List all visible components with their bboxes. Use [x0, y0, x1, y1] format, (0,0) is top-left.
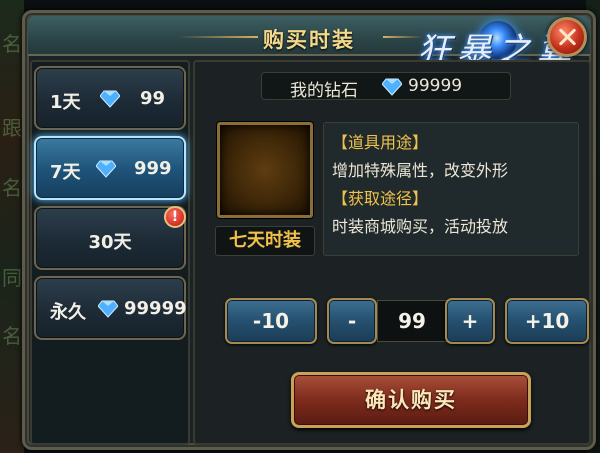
- usage-text: 增加特殊属性，改变外形: [332, 161, 509, 180]
- wallet-label: 我的钻石: [290, 81, 358, 101]
- option-7-days[interactable]: 7天 999: [34, 136, 186, 200]
- plus-button[interactable]: +: [445, 298, 495, 344]
- purchase-fashion-dialog: 购买时装 狂暴之翼 1天 99 7天 999 30天 ! 永久 99999 我的…: [22, 10, 596, 450]
- diamond-icon: [382, 78, 402, 96]
- item-detail-panel: 我的钻石 99999 七天时装 【道具用途】 增加特殊属性，改变外形 【获取途径…: [193, 60, 591, 445]
- option-price: 99999: [124, 298, 187, 319]
- usage-heading: 【道具用途】: [332, 133, 429, 152]
- option-label: 30天: [88, 232, 132, 253]
- background-text: 名: [2, 324, 22, 348]
- exclamation-icon: !: [164, 206, 186, 228]
- source-text: 时装商城购买，活动投放: [332, 217, 509, 236]
- item-icon-slot[interactable]: [217, 122, 313, 218]
- minus-button[interactable]: -: [327, 298, 377, 344]
- background-text: 同: [2, 266, 22, 290]
- option-price: 99: [140, 88, 166, 109]
- confirm-purchase-button[interactable]: 确认购买: [291, 372, 531, 428]
- duration-list: 1天 99 7天 999 30天 ! 永久 99999: [30, 60, 190, 445]
- source-heading: 【获取途径】: [332, 189, 429, 208]
- option-permanent[interactable]: 永久 99999: [34, 276, 187, 340]
- option-label: 1天: [50, 92, 81, 113]
- minus-10-button[interactable]: -10: [225, 298, 317, 344]
- quantity-value[interactable]: 99: [377, 300, 447, 342]
- game-background-left: 名 跟 名 同 名: [0, 0, 24, 453]
- wallet-balance: 我的钻石 99999: [261, 72, 511, 101]
- background-text: 跟: [2, 116, 22, 140]
- item-description: 【道具用途】 增加特殊属性，改变外形 【获取途径】 时装商城购买，活动投放: [323, 122, 579, 256]
- option-label: 永久: [50, 302, 86, 323]
- option-price: 999: [134, 158, 172, 179]
- option-30-days[interactable]: 30天 !: [34, 206, 186, 270]
- background-text: 名: [2, 176, 22, 200]
- plus-10-button[interactable]: +10: [505, 298, 589, 344]
- background-text: 名: [2, 32, 22, 56]
- diamond-icon: [100, 90, 120, 108]
- option-1-day[interactable]: 1天 99: [34, 66, 186, 130]
- diamond-icon: [98, 300, 118, 318]
- option-label: 7天: [50, 162, 81, 183]
- item-name: 七天时装: [215, 226, 315, 256]
- diamond-icon: [96, 160, 116, 178]
- wallet-value: 99999: [408, 76, 463, 96]
- close-button[interactable]: [547, 17, 587, 57]
